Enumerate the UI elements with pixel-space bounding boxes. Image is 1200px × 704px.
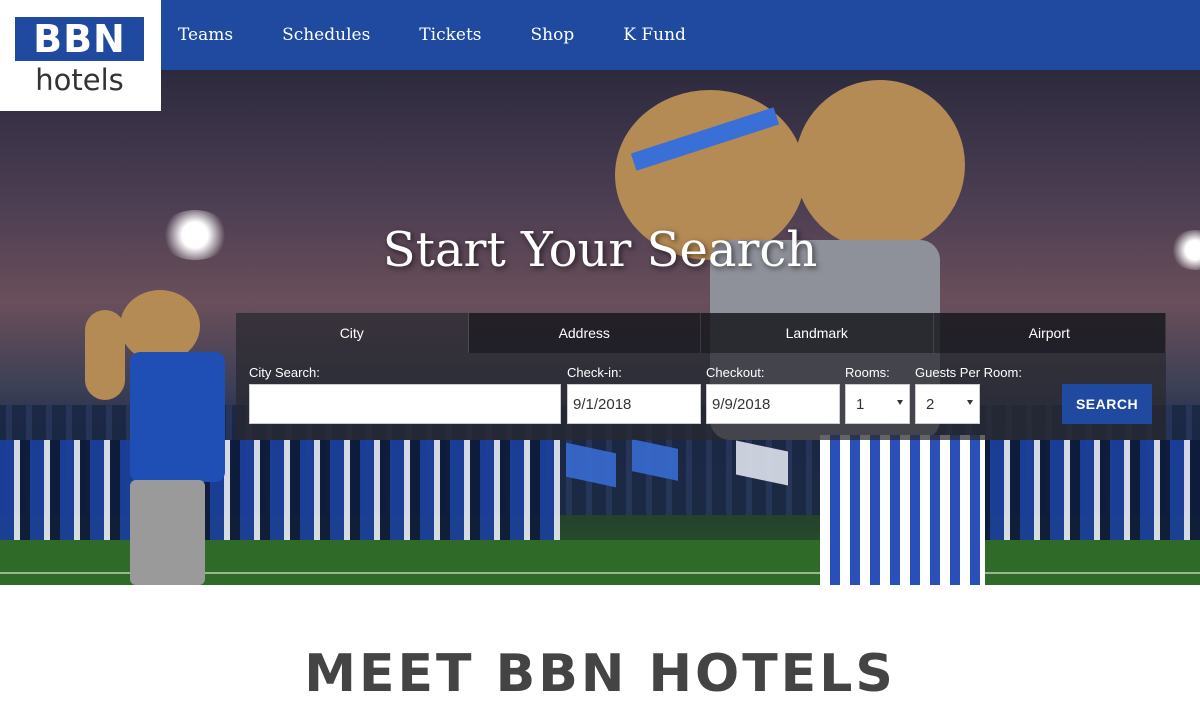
tab-airport[interactable]: Airport bbox=[933, 313, 1166, 353]
search-tabs: City Address Landmark Airport bbox=[236, 313, 1166, 353]
section-heading: MEET BBN HOTELS bbox=[304, 644, 896, 704]
logo-top-text: BBN bbox=[33, 17, 126, 61]
nav-k-fund[interactable]: K Fund bbox=[623, 25, 686, 45]
checkout-label: Checkout: bbox=[706, 365, 765, 380]
hero-banner: Start Your Search City Address Landmark … bbox=[0, 70, 1200, 585]
mascot-left-legs bbox=[130, 480, 205, 585]
guests-dropdown-arrow-icon bbox=[967, 400, 973, 405]
nav-schedules[interactable]: Schedules bbox=[282, 25, 370, 45]
nav-teams[interactable]: Teams bbox=[178, 25, 233, 45]
hero-title: Start Your Search bbox=[382, 222, 818, 278]
tab-address[interactable]: Address bbox=[468, 313, 701, 353]
search-form: City Search: Check-in: 9/1/2018 Checkout… bbox=[236, 353, 1166, 440]
checkin-label: Check-in: bbox=[567, 365, 622, 380]
city-search-input[interactable] bbox=[249, 384, 561, 424]
city-search-label: City Search: bbox=[249, 365, 320, 380]
mascot-right-pants bbox=[820, 435, 985, 585]
checkout-input[interactable]: 9/9/2018 bbox=[706, 384, 840, 424]
checkin-input[interactable]: 9/1/2018 bbox=[567, 384, 701, 424]
logo-bbn-block: BBN bbox=[15, 17, 144, 61]
nav-tickets[interactable]: Tickets bbox=[419, 25, 481, 45]
tab-landmark[interactable]: Landmark bbox=[701, 313, 934, 353]
nav-shop[interactable]: Shop bbox=[531, 25, 575, 45]
site-logo[interactable]: BBN hotels bbox=[0, 0, 161, 111]
guests-select[interactable]: 2 bbox=[915, 384, 980, 424]
guests-value: 2 bbox=[926, 395, 935, 413]
top-navigation-bar: Teams Schedules Tickets Shop K Fund bbox=[0, 0, 1200, 70]
rooms-value: 1 bbox=[856, 395, 865, 413]
mascot-left-jersey bbox=[130, 352, 225, 482]
main-nav: Teams Schedules Tickets Shop K Fund bbox=[162, 0, 719, 70]
mascot-left-arm bbox=[85, 310, 125, 400]
search-button[interactable]: SEARCH bbox=[1062, 384, 1152, 424]
tab-city[interactable]: City bbox=[236, 313, 469, 353]
rooms-label: Rooms: bbox=[845, 365, 890, 380]
guests-label: Guests Per Room: bbox=[915, 365, 1022, 380]
rooms-dropdown-arrow-icon bbox=[897, 400, 903, 405]
mascot-left bbox=[85, 290, 235, 585]
logo-bottom-text: hotels bbox=[35, 63, 124, 97]
rooms-select[interactable]: 1 bbox=[845, 384, 910, 424]
